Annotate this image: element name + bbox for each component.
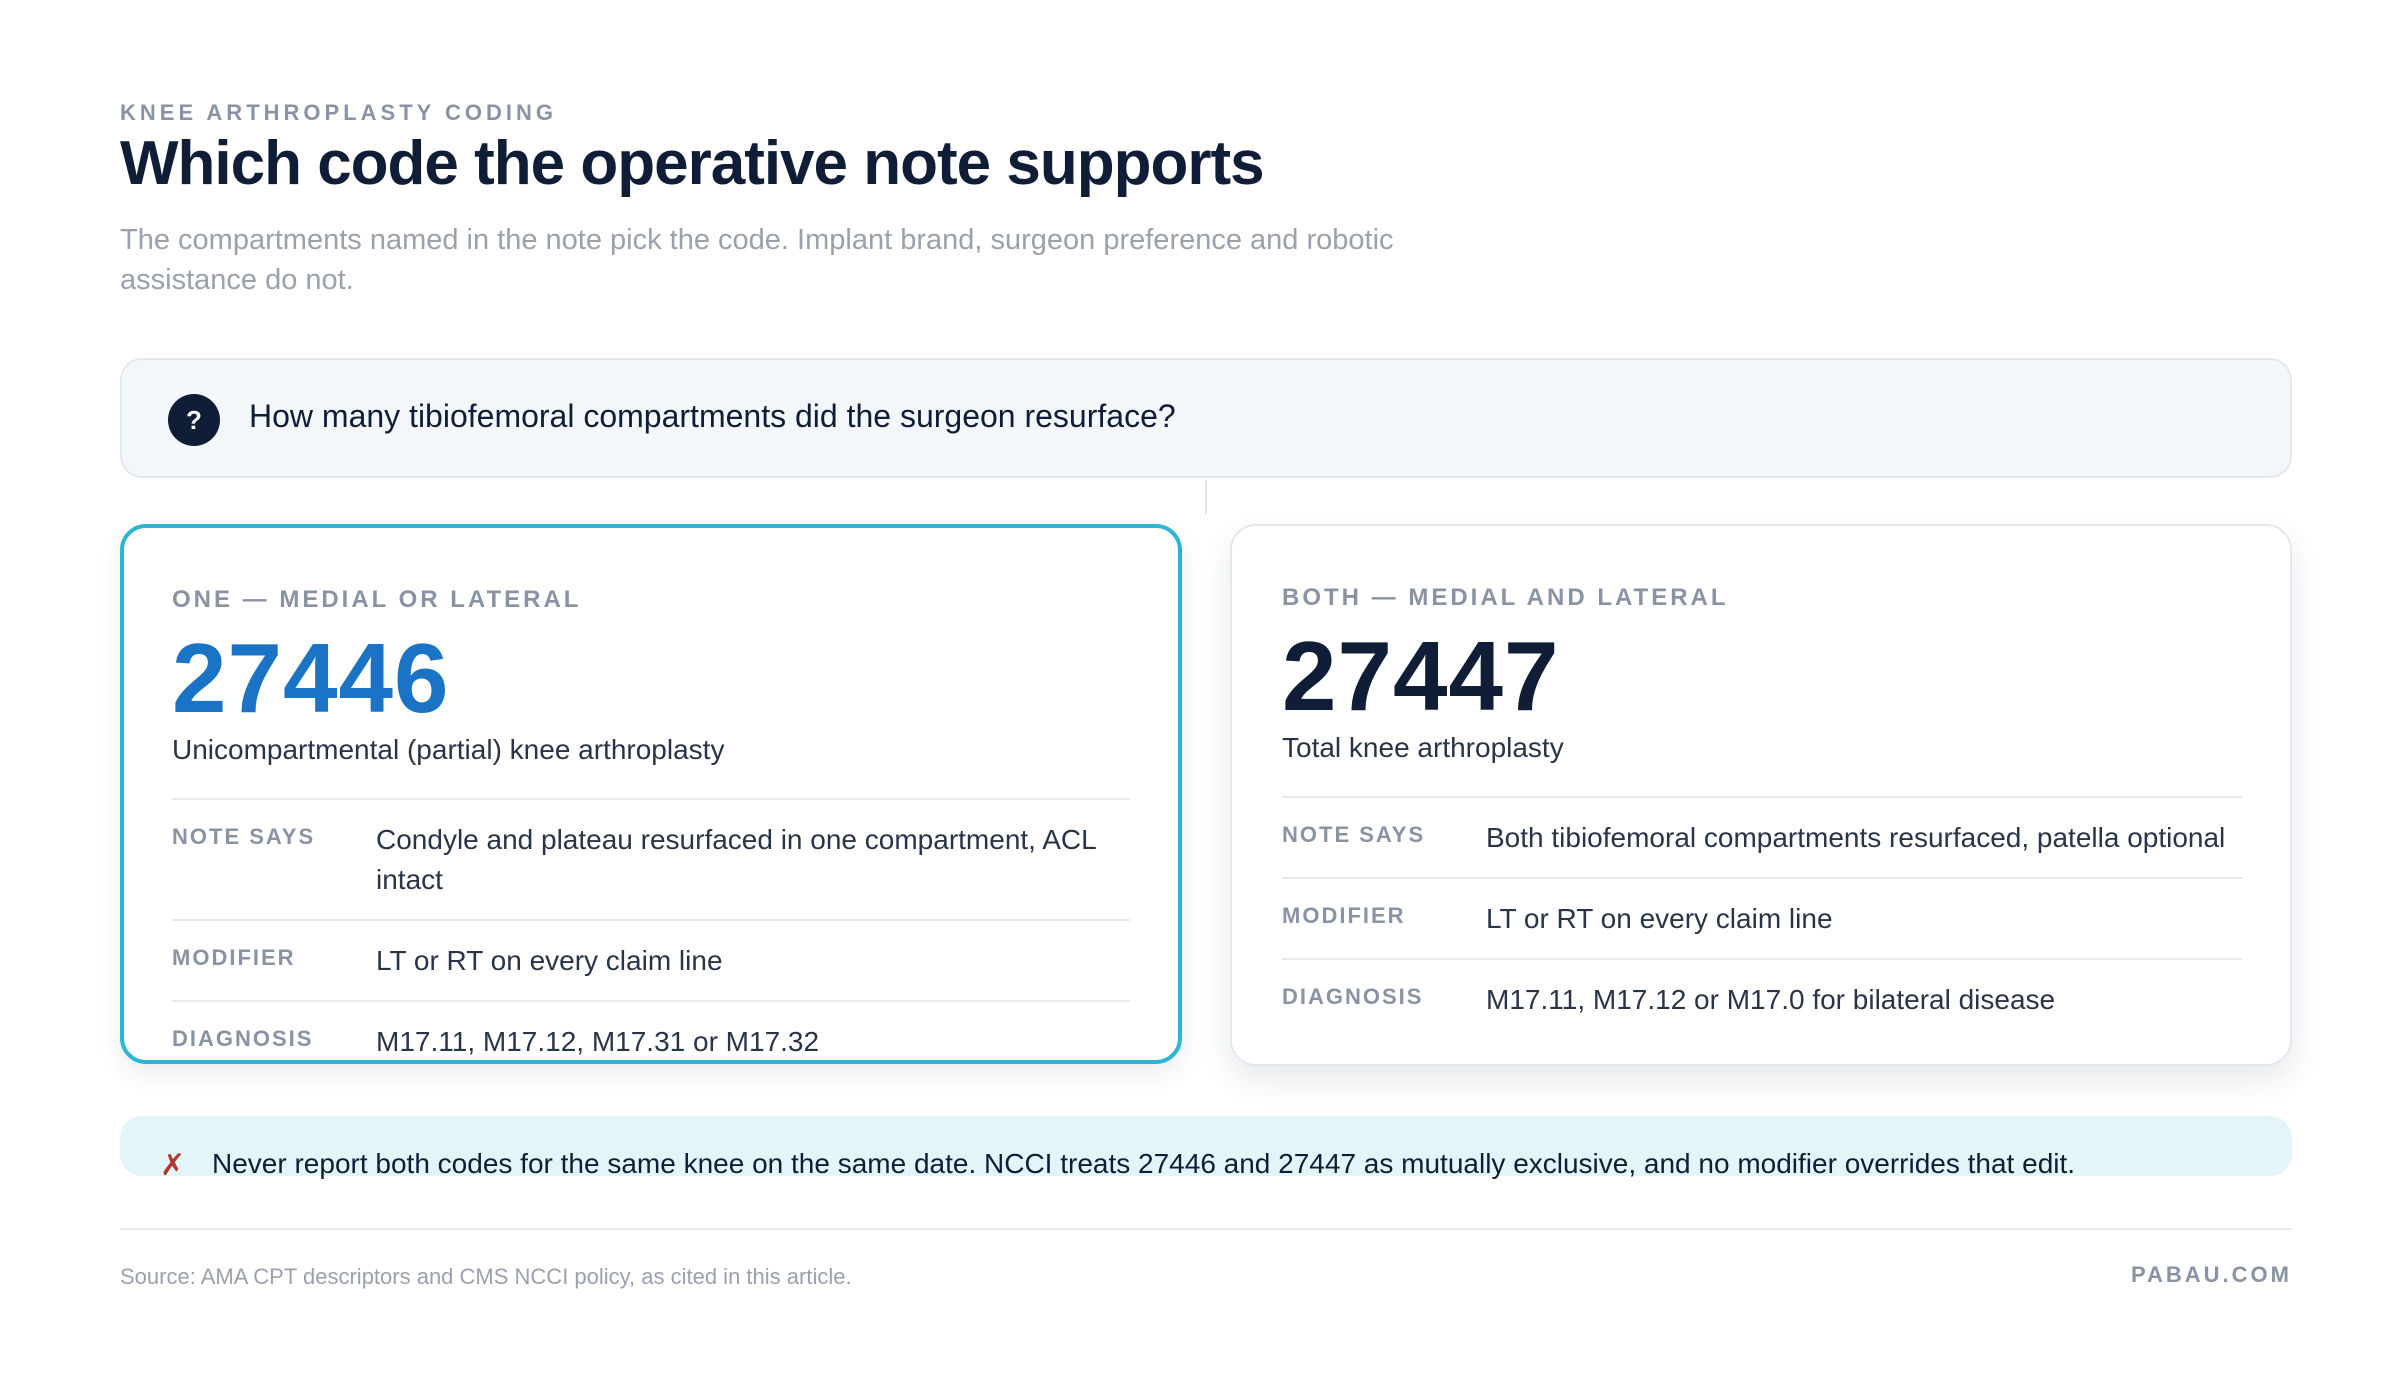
source-note: Source: AMA CPT descriptors and CMS NCCI… xyxy=(120,1264,852,1289)
row-value: LT or RT on every claim line xyxy=(1486,903,1833,934)
page-subtitle: The compartments named in the note pick … xyxy=(120,224,1394,296)
detail-rows: NOTE SAYS Condyle and plateau resurfaced… xyxy=(172,798,1130,1081)
detail-row-modifier: MODIFIER LT or RT on every claim line xyxy=(1282,879,2242,960)
question-box: ? How many tibiofemoral compartments did… xyxy=(120,358,2292,478)
row-value: LT or RT on every claim line xyxy=(376,945,723,976)
footer-divider xyxy=(120,1228,2292,1230)
card-eyebrow: ONE — MEDIAL OR LATERAL xyxy=(172,586,582,613)
row-value: M17.11, M17.12, M17.31 or M17.32 xyxy=(376,1026,820,1057)
detail-row-note: NOTE SAYS Condyle and plateau resurfaced… xyxy=(172,800,1130,921)
cpt-code: 27446 xyxy=(172,623,450,733)
question-icon: ? xyxy=(168,394,220,446)
warning-banner: ✗ Never report both codes for the same k… xyxy=(120,1116,2292,1182)
row-label: DIAGNOSIS xyxy=(172,1026,314,1051)
brand-link[interactable]: PABAU.COM xyxy=(2131,1262,2292,1288)
row-label: NOTE SAYS xyxy=(1282,822,1426,847)
row-label: MODIFIER xyxy=(172,945,296,970)
cross-icon: ✗ xyxy=(160,1149,186,1182)
eyebrow: KNEE ARTHROPLASTY CODING xyxy=(120,100,558,125)
detail-row-diagnosis: DIAGNOSIS M17.11, M17.12, M17.31 or M17.… xyxy=(172,1002,1130,1081)
page-title: Which code the operative note supports xyxy=(120,129,1265,198)
detail-rows: NOTE SAYS Both tibiofemoral compartments… xyxy=(1282,796,2242,1039)
question-text: How many tibiofemoral compartments did t… xyxy=(249,398,1176,434)
code-description: Unicompartmental (partial) knee arthropl… xyxy=(172,734,725,765)
code-description: Total knee arthroplasty xyxy=(1282,732,1564,763)
row-value: M17.11, M17.12 or M17.0 for bilateral di… xyxy=(1486,984,2056,1015)
row-label: MODIFIER xyxy=(1282,903,1406,928)
row-value: Condyle and plateau resurfaced in one co… xyxy=(376,824,1096,895)
detail-row-diagnosis: DIAGNOSIS M17.11, M17.12 or M17.0 for bi… xyxy=(1282,960,2242,1039)
cpt-code: 27447 xyxy=(1282,621,1560,731)
card-27446: ONE — MEDIAL OR LATERAL 27446 Unicompart… xyxy=(120,524,1182,1064)
row-value: Both tibiofemoral compartments resurface… xyxy=(1486,822,2226,853)
detail-row-note: NOTE SAYS Both tibiofemoral compartments… xyxy=(1282,798,2242,879)
card-eyebrow: BOTH — MEDIAL AND LATERAL xyxy=(1282,584,1729,611)
warning-text: Never report both codes for the same kne… xyxy=(212,1148,2076,1179)
row-label: DIAGNOSIS xyxy=(1282,984,1424,1009)
row-label: NOTE SAYS xyxy=(172,824,316,849)
detail-row-modifier: MODIFIER LT or RT on every claim line xyxy=(172,921,1130,1002)
card-27447: BOTH — MEDIAL AND LATERAL 27447 Total kn… xyxy=(1230,524,2292,1066)
connector-line xyxy=(1205,480,1207,514)
